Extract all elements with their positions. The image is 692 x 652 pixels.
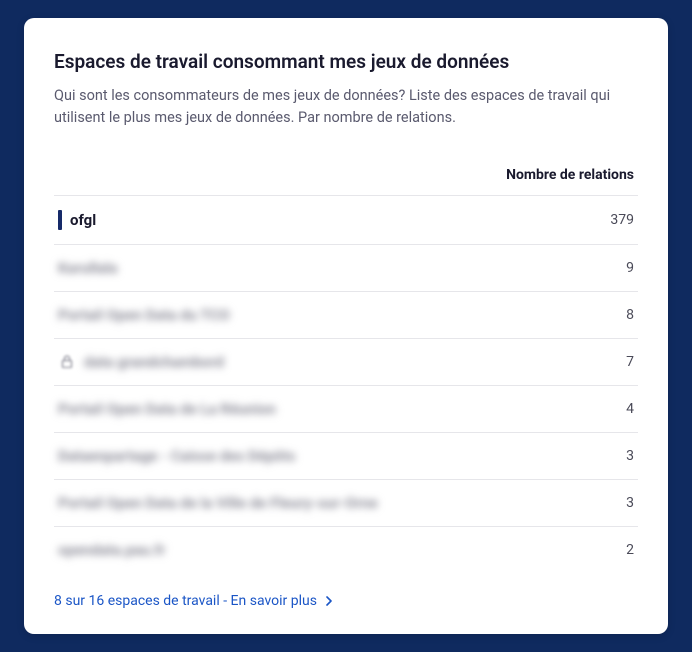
table-row[interactable]: opendata.pau.fr 2 (54, 526, 638, 573)
row-left: Portail Open Data du TCO (58, 306, 614, 324)
row-name: opendata.pau.fr (58, 541, 165, 559)
card-title: Espaces de travail consommant mes jeux d… (54, 50, 638, 73)
row-value: 7 (626, 354, 634, 370)
table-body: ofgl 379 Karullala 9 Portail Open Data du TC… (54, 195, 638, 573)
row-left: ofgl (58, 210, 598, 230)
row-left: Portail Open Data de La Réunion (58, 400, 614, 418)
row-name: Portail Open Data du TCO (58, 306, 230, 324)
table-row[interactable]: Dataenpartage - Caisse des Dépôts 3 (54, 432, 638, 479)
table-row[interactable]: Portail Open Data de la Ville de Fleury-… (54, 479, 638, 526)
row-name: ofgl (70, 211, 96, 229)
row-name: Portail Open Data de La Réunion (58, 400, 276, 418)
footer-link-text: 8 sur 16 espaces de travail - En savoir … (54, 593, 317, 609)
row-left: Karullala (58, 259, 614, 277)
table-row[interactable]: data grandchambord 7 (54, 338, 638, 385)
row-value: 3 (626, 495, 634, 511)
chevron-right-icon (325, 596, 333, 606)
table-header-value: Nombre de relations (54, 157, 638, 195)
row-value: 379 (610, 212, 634, 228)
row-name: Portail Open Data de la Ville de Fleury-… (58, 494, 378, 512)
row-name: data grandchambord (84, 353, 224, 371)
table-row[interactable]: ofgl 379 (54, 195, 638, 244)
row-left: Portail Open Data de la Ville de Fleury-… (58, 494, 614, 512)
row-name: Karullala (58, 259, 117, 277)
card-subtitle: Qui sont les consommateurs de mes jeux d… (54, 85, 638, 129)
row-left: Dataenpartage - Caisse des Dépôts (58, 447, 614, 465)
lock-icon (58, 353, 76, 371)
row-value: 3 (626, 448, 634, 464)
table-row[interactable]: Portail Open Data du TCO 8 (54, 291, 638, 338)
highlight-bar (58, 210, 62, 230)
learn-more-link[interactable]: 8 sur 16 espaces de travail - En savoir … (54, 593, 333, 609)
workspace-consumers-card: Espaces de travail consommant mes jeux d… (24, 18, 668, 634)
row-name: Dataenpartage - Caisse des Dépôts (58, 447, 295, 465)
row-value: 2 (626, 542, 634, 558)
table-row[interactable]: Karullala 9 (54, 244, 638, 291)
table-row[interactable]: Portail Open Data de La Réunion 4 (54, 385, 638, 432)
row-left: data grandchambord (58, 353, 614, 371)
row-value: 4 (626, 401, 634, 417)
row-left: opendata.pau.fr (58, 541, 614, 559)
row-value: 8 (626, 307, 634, 323)
row-value: 9 (626, 260, 634, 276)
